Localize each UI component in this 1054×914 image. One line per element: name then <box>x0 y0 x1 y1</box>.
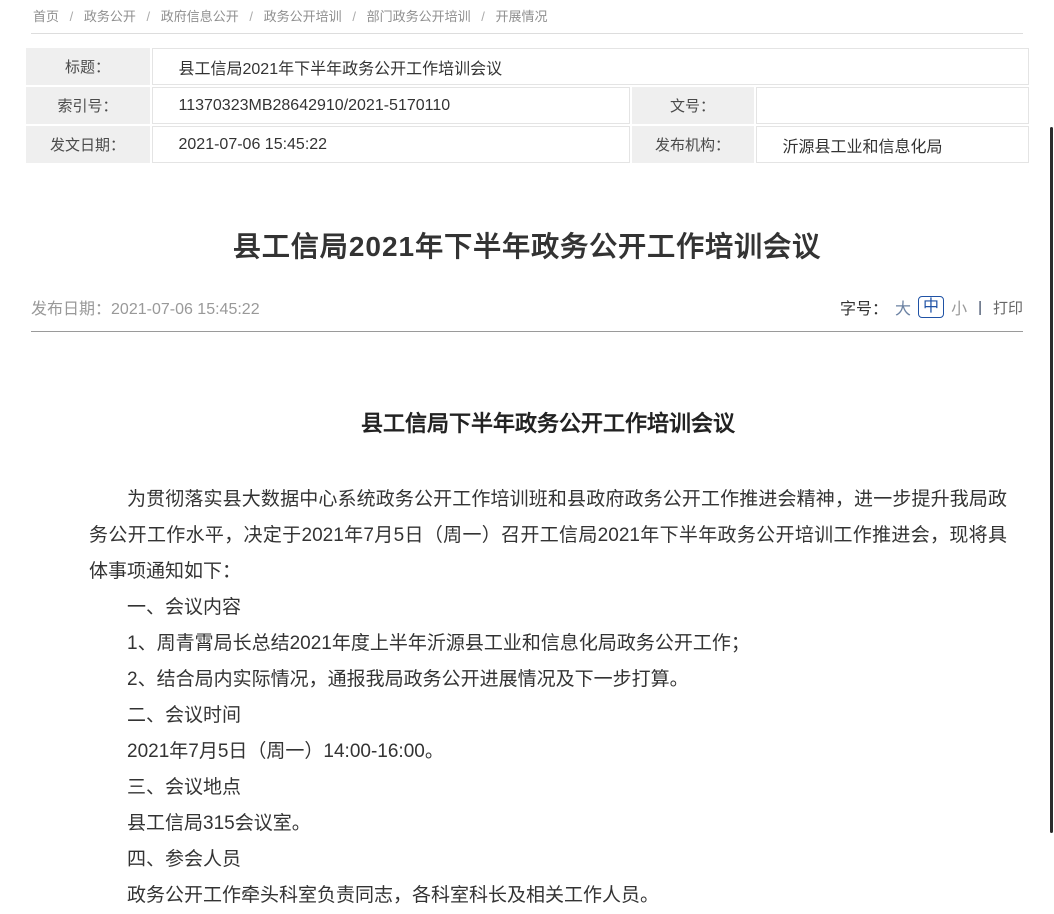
issue-date-value: 2021-07-06 15:45:22 <box>152 126 630 163</box>
breadcrumb-separator: / <box>481 9 485 24</box>
article-paragraph: 2021年7月5日（周一）14:00-16:00。 <box>89 734 1007 770</box>
page-title: 县工信局2021年下半年政务公开工作培训会议 <box>17 225 1037 265</box>
breadcrumb-separator: / <box>70 9 74 24</box>
breadcrumb-item-bumen-peixun[interactable]: 部门政务公开培训 <box>367 9 471 24</box>
print-button[interactable]: 打印 <box>993 297 1023 318</box>
article-paragraph: 二、会议时间 <box>89 698 1007 734</box>
breadcrumb-separator: / <box>249 9 253 24</box>
publish-date: 发布日期：2021-07-06 15:45:22 <box>31 295 260 319</box>
article-paragraph: 三、会议地点 <box>89 770 1007 806</box>
breadcrumb: 首页 / 政务公开 / 政府信息公开 / 政务公开培训 / 部门政务公开培训 /… <box>17 9 1037 25</box>
doc-number-label: 文号： <box>632 87 754 124</box>
font-size-large-button[interactable]: 大 <box>895 295 911 319</box>
article-meta-row: 发布日期：2021-07-06 15:45:22 字号： 大 中 小 | 打印 <box>31 295 1023 319</box>
article-tools: 字号： 大 中 小 | 打印 <box>840 295 1023 319</box>
article-paragraph: 县工信局315会议室。 <box>89 806 1007 842</box>
table-row-index: 索引号： 11370323MB28642910/2021-5170110 文号： <box>26 87 1029 124</box>
article-divider <box>31 331 1023 332</box>
scrollbar-thumb[interactable] <box>1050 127 1053 833</box>
document-meta-table: 标题： 县工信局2021年下半年政务公开工作培训会议 索引号： 11370323… <box>24 46 1031 165</box>
breadcrumb-separator: / <box>352 9 356 24</box>
article-paragraph: 2、结合局内实际情况，通报我局政务公开进展情况及下一步打算。 <box>89 662 1007 698</box>
breadcrumb-divider <box>31 33 1023 34</box>
title-value: 县工信局2021年下半年政务公开工作培训会议 <box>152 48 1029 85</box>
article-paragraph: 四、参会人员 <box>89 842 1007 878</box>
article-body-title: 县工信局下半年政务公开工作培训会议 <box>89 406 1007 438</box>
article-paragraph: 政务公开工作牵头科室负责同志，各科室科长及相关工作人员。 <box>89 878 1007 914</box>
article-body: 县工信局下半年政务公开工作培训会议 为贯彻落实县大数据中心系统政务公开工作培训班… <box>89 406 1007 914</box>
tools-separator: | <box>978 299 982 316</box>
table-row-date: 发文日期： 2021-07-06 15:45:22 发布机构： 沂源县工业和信息… <box>26 126 1029 163</box>
breadcrumb-separator: / <box>147 9 151 24</box>
breadcrumb-item-zhengwu-gongkai-peixun[interactable]: 政务公开培训 <box>264 9 342 24</box>
article-paragraph: 1、周青霄局长总结2021年度上半年沂源县工业和信息化局政务公开工作； <box>89 626 1007 662</box>
font-size-label: 字号： <box>840 295 888 319</box>
font-size-small-button[interactable]: 小 <box>951 295 967 319</box>
index-number-value: 11370323MB28642910/2021-5170110 <box>152 87 630 124</box>
publish-date-label: 发布日期： <box>31 301 111 318</box>
publish-date-value: 2021-07-06 15:45:22 <box>111 301 260 318</box>
doc-number-value <box>756 87 1029 124</box>
breadcrumb-item-zhengwu-gongkai[interactable]: 政务公开 <box>84 9 136 24</box>
breadcrumb-item-kaizhan-qingkuang[interactable]: 开展情况 <box>495 9 547 24</box>
font-size-medium-button[interactable]: 中 <box>918 296 944 318</box>
article-paragraph: 一、会议内容 <box>89 590 1007 626</box>
table-row-title: 标题： 县工信局2021年下半年政务公开工作培训会议 <box>26 48 1029 85</box>
breadcrumb-item-home[interactable]: 首页 <box>33 9 59 24</box>
page-container: 首页 / 政务公开 / 政府信息公开 / 政务公开培训 / 部门政务公开培训 /… <box>0 0 1054 914</box>
breadcrumb-item-zhengfu-xinxi-gongkai[interactable]: 政府信息公开 <box>161 9 239 24</box>
issuing-agency-value: 沂源县工业和信息化局 <box>756 126 1029 163</box>
issue-date-label: 发文日期： <box>26 126 150 163</box>
issuing-agency-label: 发布机构： <box>632 126 754 163</box>
title-label: 标题： <box>26 48 150 85</box>
index-number-label: 索引号： <box>26 87 150 124</box>
article-paragraph: 为贯彻落实县大数据中心系统政务公开工作培训班和县政府政务公开工作推进会精神，进一… <box>89 482 1007 590</box>
